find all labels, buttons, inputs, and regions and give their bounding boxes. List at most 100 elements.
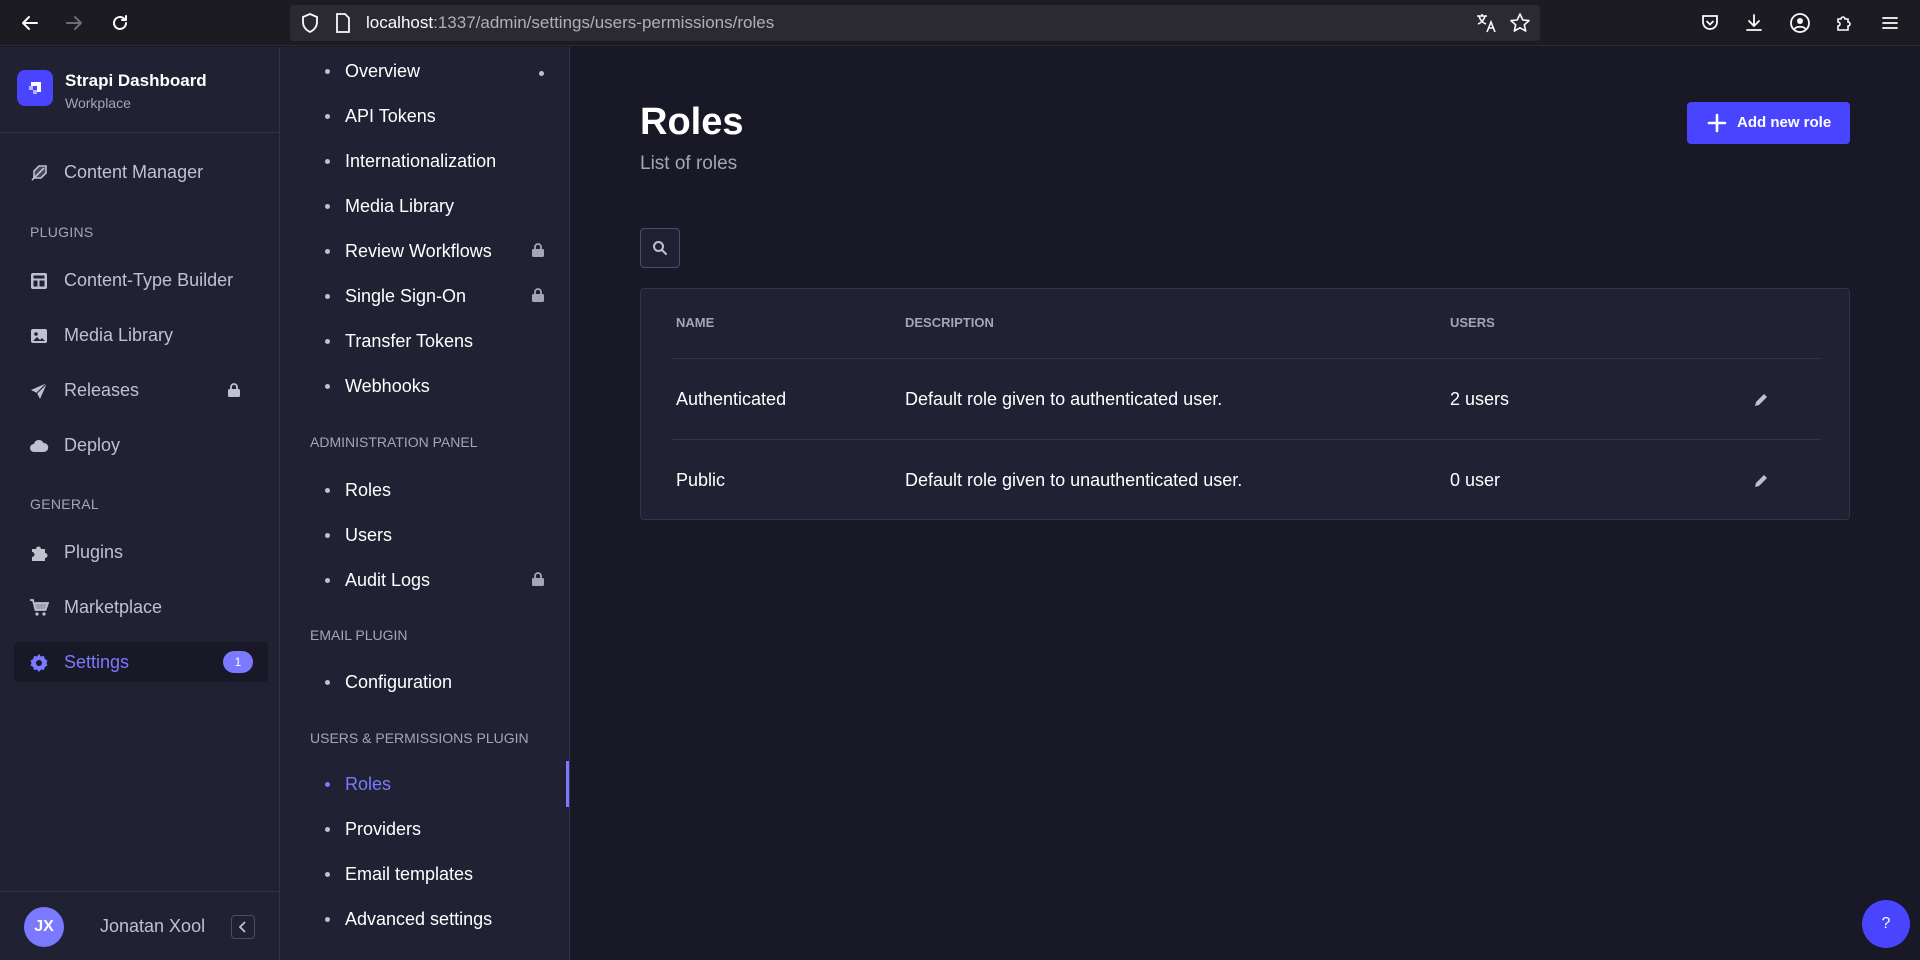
lock-icon <box>227 382 241 403</box>
bullet <box>325 204 330 209</box>
shield-icon[interactable] <box>298 11 322 35</box>
subnav-item-api-tokens[interactable]: API Tokens <box>310 98 550 134</box>
collapse-nav-button[interactable] <box>231 915 255 939</box>
subnav-item-media-library[interactable]: Media Library <box>310 188 550 224</box>
bullet <box>325 533 330 538</box>
subnav-item-admin-roles[interactable]: Roles <box>310 472 550 508</box>
settings-subnav: Overview API Tokens Internationalization… <box>280 47 570 960</box>
nav-label: Releases <box>64 380 140 400</box>
menu-icon[interactable] <box>1876 9 1904 37</box>
subnav-item-single-sign-on[interactable]: Single Sign-On <box>310 278 550 314</box>
bullet <box>325 384 330 389</box>
subnav-item-review-workflows[interactable]: Review Workflows <box>310 233 550 269</box>
strapi-logo <box>17 70 53 106</box>
add-new-role-button[interactable]: Add new role <box>1687 102 1850 144</box>
subnav-item-configuration[interactable]: Configuration <box>310 664 550 700</box>
download-icon[interactable] <box>1740 9 1768 37</box>
cart-icon <box>28 597 50 619</box>
role-users-count: 0 user <box>1450 470 1501 490</box>
table-row[interactable]: Public Default role given to unauthentic… <box>671 439 1821 520</box>
nav-item-content-manager[interactable]: Content Manager <box>14 152 268 192</box>
subnav-section-admin: ADMINISTRATION PANEL <box>310 434 478 450</box>
subnav-label: Email templates <box>345 864 474 884</box>
back-button[interactable] <box>14 7 46 39</box>
reload-icon <box>113 15 127 30</box>
arrow-right-icon <box>66 16 82 30</box>
bullet <box>325 872 330 877</box>
subnav-item-up-roles[interactable]: Roles <box>310 766 550 802</box>
reload-button[interactable] <box>104 7 136 39</box>
nav-item-settings[interactable]: Settings 1 <box>14 642 268 682</box>
role-description: Default role given to unauthenticated us… <box>905 470 1243 490</box>
user-name: Jonatan Xool <box>100 916 206 936</box>
bullet <box>325 339 330 344</box>
address-bar[interactable]: localhost:1337/admin/settings/users-perm… <box>290 5 1540 41</box>
nav-label: Content Manager <box>64 162 204 182</box>
nav-section-general: GENERAL <box>30 496 100 512</box>
edit-button[interactable] <box>1750 389 1772 411</box>
account-icon[interactable] <box>1786 9 1814 37</box>
subnav-label: Internationalization <box>345 151 497 171</box>
bullet <box>325 917 330 922</box>
puzzle-icon <box>28 542 50 564</box>
role-name: Authenticated <box>676 389 787 409</box>
nav-item-deploy[interactable]: Deploy <box>14 425 268 465</box>
nav-item-releases[interactable]: Releases <box>14 370 268 410</box>
subnav-item-webhooks[interactable]: Webhooks <box>310 368 550 404</box>
forward-button[interactable] <box>58 7 90 39</box>
url-host: localhost <box>366 13 434 32</box>
subnav-label: Transfer Tokens <box>345 331 474 351</box>
subnav-item-providers[interactable]: Providers <box>310 811 550 847</box>
page-icon <box>331 11 355 35</box>
main-content: Roles List of roles Add new role NAME DE… <box>570 47 1920 960</box>
pocket-icon[interactable] <box>1696 9 1724 37</box>
nav-item-plugins[interactable]: Plugins <box>14 532 268 572</box>
chevron-left-icon <box>238 921 246 933</box>
cloud-icon <box>28 435 50 457</box>
arrow-left-icon <box>22 16 38 30</box>
main-navigation: Strapi Dashboard Workplace Content Manag… <box>0 47 280 960</box>
bullet <box>325 294 330 299</box>
subnav-item-audit-logs[interactable]: Audit Logs <box>310 562 550 598</box>
nav-label: Deploy <box>64 435 121 455</box>
subnav-item-advanced-settings[interactable]: Advanced settings <box>310 901 550 937</box>
subnav-item-overview[interactable]: Overview <box>310 53 550 89</box>
extensions-icon[interactable] <box>1830 9 1858 37</box>
notification-badge: 1 <box>223 651 253 673</box>
nav-item-marketplace[interactable]: Marketplace <box>14 587 268 627</box>
brand-header: Strapi Dashboard Workplace <box>0 47 280 133</box>
bookmark-star-icon[interactable] <box>1508 11 1532 35</box>
layout-icon <box>28 270 50 292</box>
avatar[interactable]: JX <box>24 907 64 947</box>
page-subtitle: List of roles <box>640 153 738 174</box>
search-button[interactable] <box>640 228 680 268</box>
nav-item-content-type-builder[interactable]: Content-Type Builder <box>14 260 268 300</box>
subnav-label: Users <box>345 525 393 545</box>
subnav-item-internationalization[interactable]: Internationalization <box>310 143 550 179</box>
nav-item-media-library[interactable]: Media Library <box>14 315 268 355</box>
page-title: Roles <box>640 101 744 143</box>
subnav-item-transfer-tokens[interactable]: Transfer Tokens <box>310 323 550 359</box>
bullet <box>325 680 330 685</box>
subnav-item-users[interactable]: Users <box>310 517 550 553</box>
subnav-item-email-templates[interactable]: Email templates <box>310 856 550 892</box>
active-indicator <box>566 761 569 807</box>
edit-button[interactable] <box>1750 470 1772 492</box>
subnav-label: Providers <box>345 819 422 839</box>
nav-label: Content-Type Builder <box>64 270 234 290</box>
translate-icon[interactable] <box>1474 11 1498 35</box>
subnav-label: Advanced settings <box>345 909 493 929</box>
nav-label: Media Library <box>64 325 174 345</box>
bullet <box>325 249 330 254</box>
nav-section-plugins: PLUGINS <box>30 224 94 240</box>
help-button[interactable]: ? <box>1862 900 1910 948</box>
nav-label: Plugins <box>64 542 124 562</box>
subnav-label: API Tokens <box>345 106 436 126</box>
search-icon <box>653 241 667 255</box>
role-name: Public <box>676 470 726 490</box>
subnav-label: Roles <box>345 774 392 794</box>
subnav-label: Roles <box>345 480 392 500</box>
url-text[interactable]: localhost:1337/admin/settings/users-perm… <box>366 5 774 41</box>
table-row[interactable]: Authenticated Default role given to auth… <box>671 358 1821 439</box>
bullet <box>325 827 330 832</box>
